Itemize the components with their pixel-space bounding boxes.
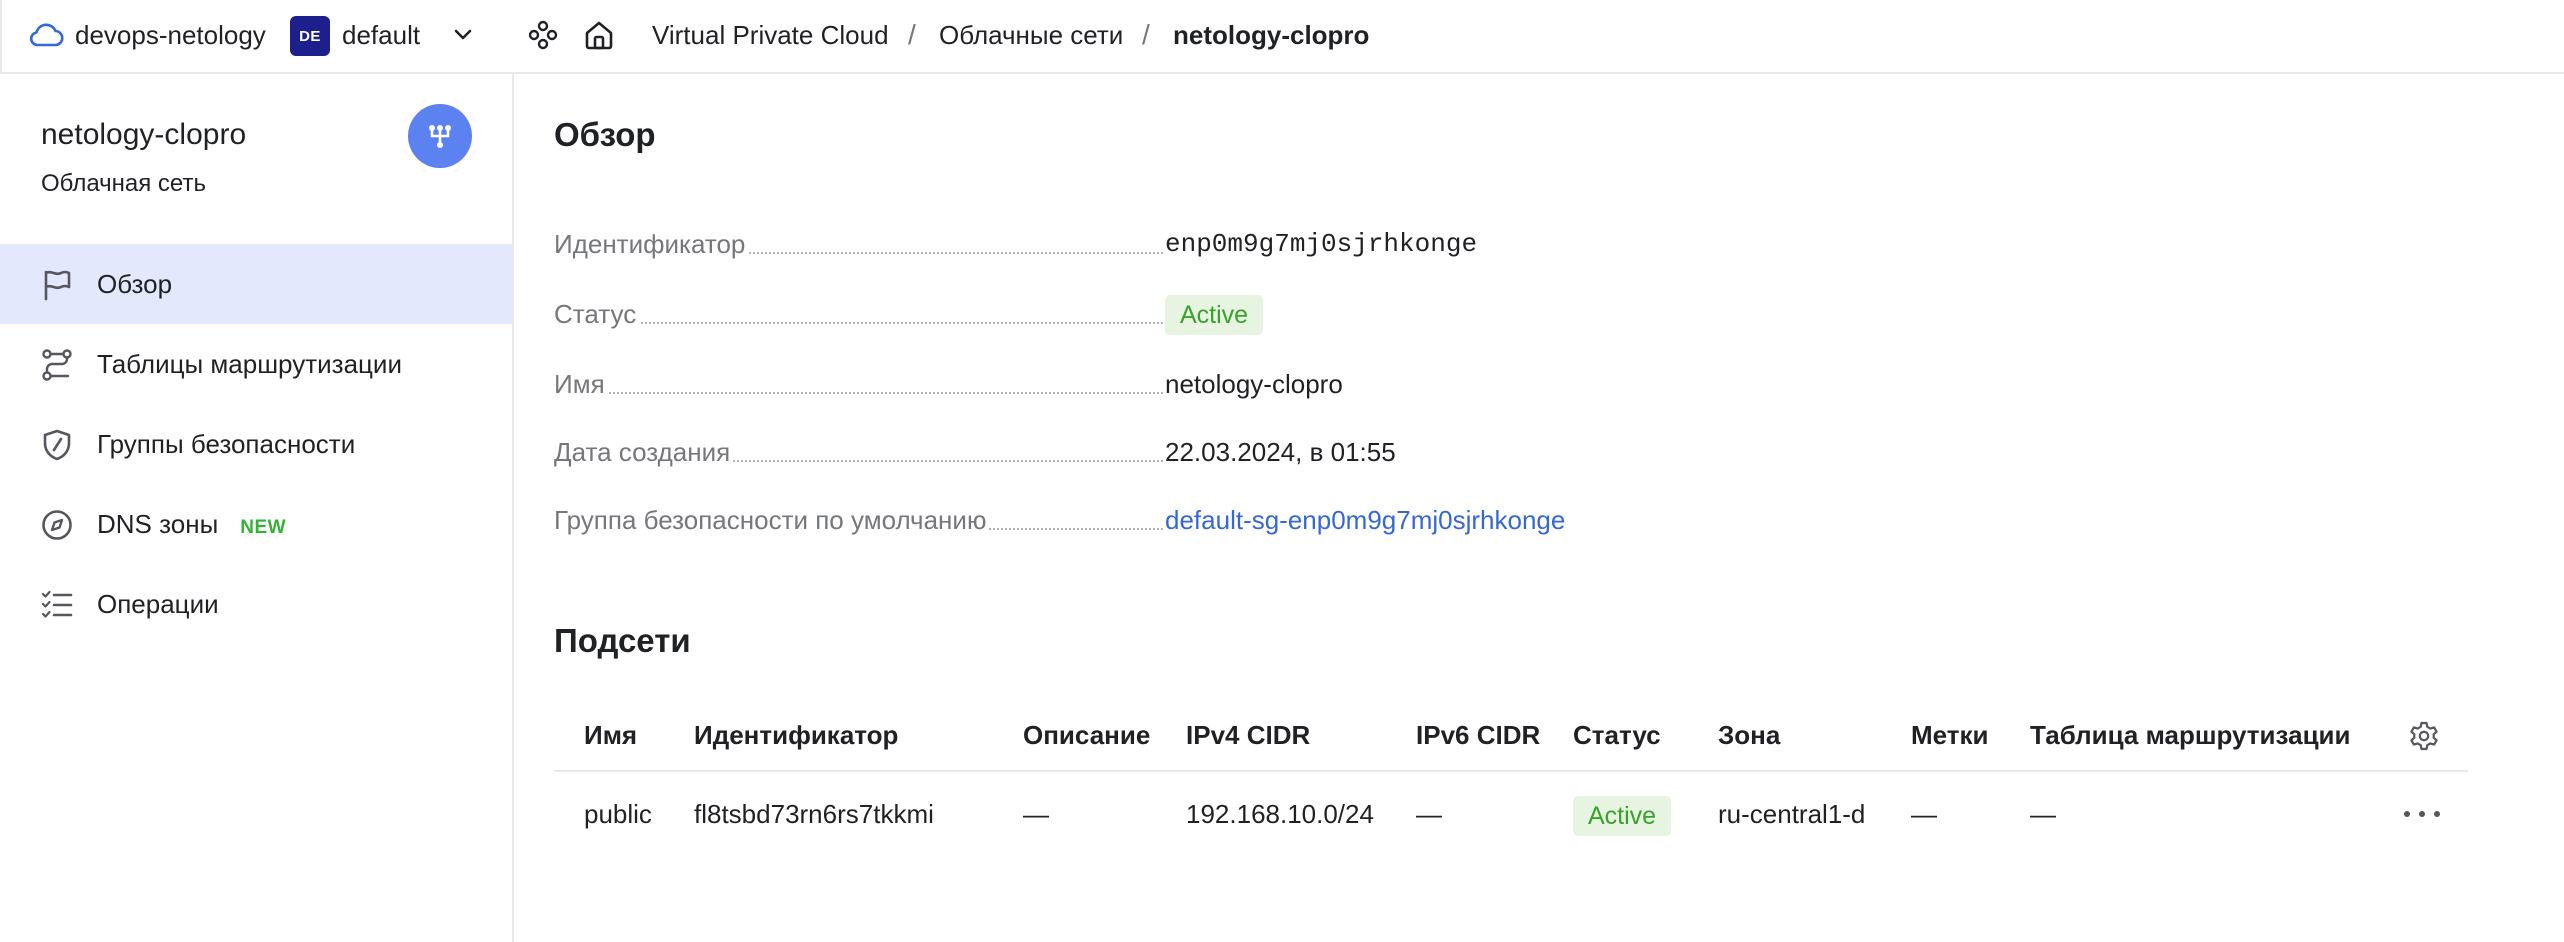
column-header-route-table[interactable]: Таблица маршрутизации — [2030, 698, 2351, 772]
column-header-status[interactable]: Статус — [1573, 698, 1661, 772]
folder-selector[interactable]: default — [342, 0, 420, 70]
compass-icon — [40, 508, 74, 542]
list-check-icon — [40, 588, 74, 622]
column-header-ipv6[interactable]: IPv6 CIDR — [1416, 698, 1540, 772]
network-type: Облачная сеть — [41, 170, 206, 197]
breadcrumb-current: netology-clopro — [1173, 19, 1370, 50]
folder-badge[interactable]: DE — [290, 16, 330, 56]
sidebar-item-label: Операции — [97, 588, 219, 619]
network-id-value[interactable]: enp0m9g7mj0sjrhkonge — [1165, 224, 1477, 264]
sidebar-item-route-tables[interactable]: Таблицы маршрутизации — [0, 324, 512, 404]
column-header-ipv4[interactable]: IPv4 CIDR — [1186, 698, 1310, 772]
status-badge: Active — [1165, 295, 1264, 335]
column-header-id[interactable]: Идентификатор — [694, 698, 898, 772]
sidebar-item-label: Таблицы маршрутизации — [97, 348, 402, 379]
dns-zones-label: DNS зоны — [97, 508, 219, 539]
route-icon — [40, 348, 74, 382]
dotted-leader — [554, 322, 1163, 324]
created-date-value: 22.03.2024, в 01:55 — [1165, 437, 1396, 467]
shield-icon — [40, 428, 74, 462]
sidebar-item-security-groups[interactable]: Группы безопасности — [0, 404, 512, 484]
subnet-ipv6: — — [1416, 799, 1442, 829]
subnet-description: — — [1023, 799, 1049, 829]
sidebar-item-label: Группы безопасности — [97, 428, 356, 459]
sidebar-item-label: DNS зоны NEW — [97, 509, 286, 540]
overview-heading: Обзор — [554, 116, 656, 153]
network-name-value: netology-clopro — [1165, 369, 1343, 399]
default-security-group-link[interactable]: default-sg-enp0m9g7mj0sjrhkonge — [1165, 500, 1565, 540]
column-header-name[interactable]: Имя — [584, 698, 637, 772]
subnet-zone: ru-central1-d — [1718, 799, 1866, 829]
property-label: Дата создания — [554, 432, 734, 472]
sidebar-item-operations[interactable]: Операции — [0, 564, 512, 644]
breadcrumb-vpc[interactable]: Virtual Private Cloud — [652, 0, 889, 70]
property-row-security-group: Группа безопасности по умолчанию default… — [554, 500, 1667, 540]
new-badge: NEW — [240, 516, 287, 538]
home-icon[interactable] — [582, 0, 616, 70]
sidebar-item-label: Обзор — [97, 268, 173, 299]
property-row-id: Идентификатор enp0m9g7mj0sjrhkonge — [554, 224, 1667, 264]
gear-icon[interactable] — [2408, 720, 2440, 752]
property-row-name: Имя netology-clopro — [554, 364, 1667, 404]
sidebar-nav: Обзор Таблицы маршрутизации Группы безоп… — [0, 244, 512, 644]
subnet-ipv4: 192.168.10.0/24 — [1186, 799, 1374, 829]
sidebar: netology-clopro Облачная сеть Обзор Табл… — [0, 74, 514, 942]
flag-icon — [40, 268, 74, 302]
table-row[interactable]: public fl8tsbd73rn6rs7tkkmi — 192.168.10… — [554, 772, 2468, 856]
property-label: Идентификатор — [554, 224, 749, 264]
subnet-name[interactable]: public — [584, 772, 652, 856]
subnets-heading: Подсети — [554, 622, 691, 659]
breadcrumb-separator: / — [1142, 19, 1150, 50]
cloud-selector[interactable]: devops-netology — [75, 0, 266, 70]
property-row-created: Дата создания 22.03.2024, в 01:55 — [554, 432, 1667, 472]
dotted-leader — [554, 392, 1163, 394]
more-actions-icon[interactable] — [2404, 802, 2440, 826]
subnet-id: fl8tsbd73rn6rs7tkkmi — [694, 799, 934, 829]
subnet-route-table: — — [2030, 799, 2056, 829]
column-header-description[interactable]: Описание — [1023, 698, 1150, 772]
status-badge: Active — [1573, 796, 1672, 837]
main-content: Обзор Идентификатор enp0m9g7mj0sjrhkonge… — [514, 74, 2564, 942]
property-label: Имя — [554, 364, 608, 404]
property-row-status: Статус Active — [554, 294, 1667, 335]
sidebar-item-dns-zones[interactable]: DNS зоны NEW — [0, 484, 512, 564]
property-label: Статус — [554, 294, 640, 334]
breadcrumb-networks[interactable]: Облачные сети — [939, 0, 1123, 70]
subnet-labels: — — [1911, 799, 1937, 829]
breadcrumb-separator: / — [908, 19, 916, 50]
services-icon[interactable] — [526, 0, 560, 70]
subnets-table: Имя Идентификатор Описание IPv4 CIDR IPv… — [554, 698, 2468, 856]
table-header: Имя Идентификатор Описание IPv4 CIDR IPv… — [554, 698, 2468, 772]
property-label: Группа безопасности по умолчанию — [554, 500, 990, 540]
sidebar-item-overview[interactable]: Обзор — [0, 244, 512, 324]
chevron-down-icon[interactable] — [450, 0, 476, 70]
network-title: netology-clopro — [41, 118, 247, 151]
cloud-icon[interactable] — [28, 0, 64, 70]
column-header-zone[interactable]: Зона — [1718, 698, 1780, 772]
column-header-labels[interactable]: Метки — [1911, 698, 1989, 772]
network-service-icon — [408, 104, 472, 168]
top-bar: devops-netology DE default Virtual Priva… — [0, 0, 2564, 74]
